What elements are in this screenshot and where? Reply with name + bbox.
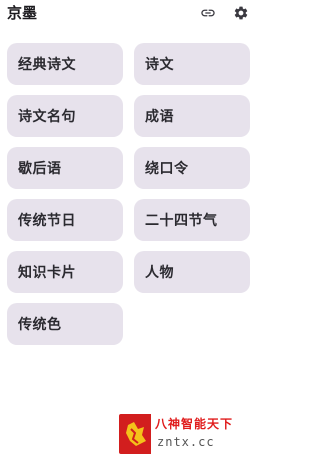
app-bar: 京墨 (0, 0, 260, 30)
menu-tile-label: 二十四节气 (145, 213, 218, 229)
menu-tile-tongue-twisters[interactable]: 绕口令 (134, 147, 250, 189)
menu-tile-famous-lines[interactable]: 诗文名句 (7, 95, 123, 137)
menu-tile-label: 歇后语 (18, 161, 62, 177)
menu-tile-solar-terms[interactable]: 二十四节气 (134, 199, 250, 241)
menu-tile-people[interactable]: 人物 (134, 251, 250, 293)
menu-tile-label: 诗文名句 (18, 109, 76, 125)
menu-tile-label: 知识卡片 (18, 265, 76, 281)
app-title: 京墨 (7, 4, 38, 22)
watermark-text: 八神智能天下 (155, 417, 234, 431)
menu-tile-label: 传统节日 (18, 213, 76, 229)
menu-tile-label: 传统色 (18, 317, 62, 333)
menu-tile-label: 成语 (145, 109, 174, 125)
menu-grid: 经典诗文 诗文 诗文名句 成语 歇后语 绕口令 传统节日 二十四节气 知识卡片 … (7, 43, 250, 345)
menu-tile-traditional-colors[interactable]: 传统色 (7, 303, 123, 345)
menu-tile-classic-poems[interactable]: 经典诗文 (7, 43, 123, 85)
menu-tile-knowledge-cards[interactable]: 知识卡片 (7, 251, 123, 293)
menu-tile-label: 绕口令 (145, 161, 189, 177)
gear-icon[interactable] (232, 4, 250, 22)
menu-tile-label: 诗文 (145, 57, 174, 73)
menu-tile-traditional-festivals[interactable]: 传统节日 (7, 199, 123, 241)
menu-tile-poems[interactable]: 诗文 (134, 43, 250, 85)
menu-tile-xiehouyu[interactable]: 歇后语 (7, 147, 123, 189)
watermark-badge: 八神智能天下 zntx.cc (119, 414, 250, 454)
menu-tile-idioms[interactable]: 成语 (134, 95, 250, 137)
watermark-url: zntx.cc (157, 435, 215, 449)
menu-tile-label: 人物 (145, 265, 174, 281)
menu-tile-label: 经典诗文 (18, 57, 76, 73)
watermark-logo (119, 414, 151, 454)
link-icon[interactable] (199, 4, 217, 22)
